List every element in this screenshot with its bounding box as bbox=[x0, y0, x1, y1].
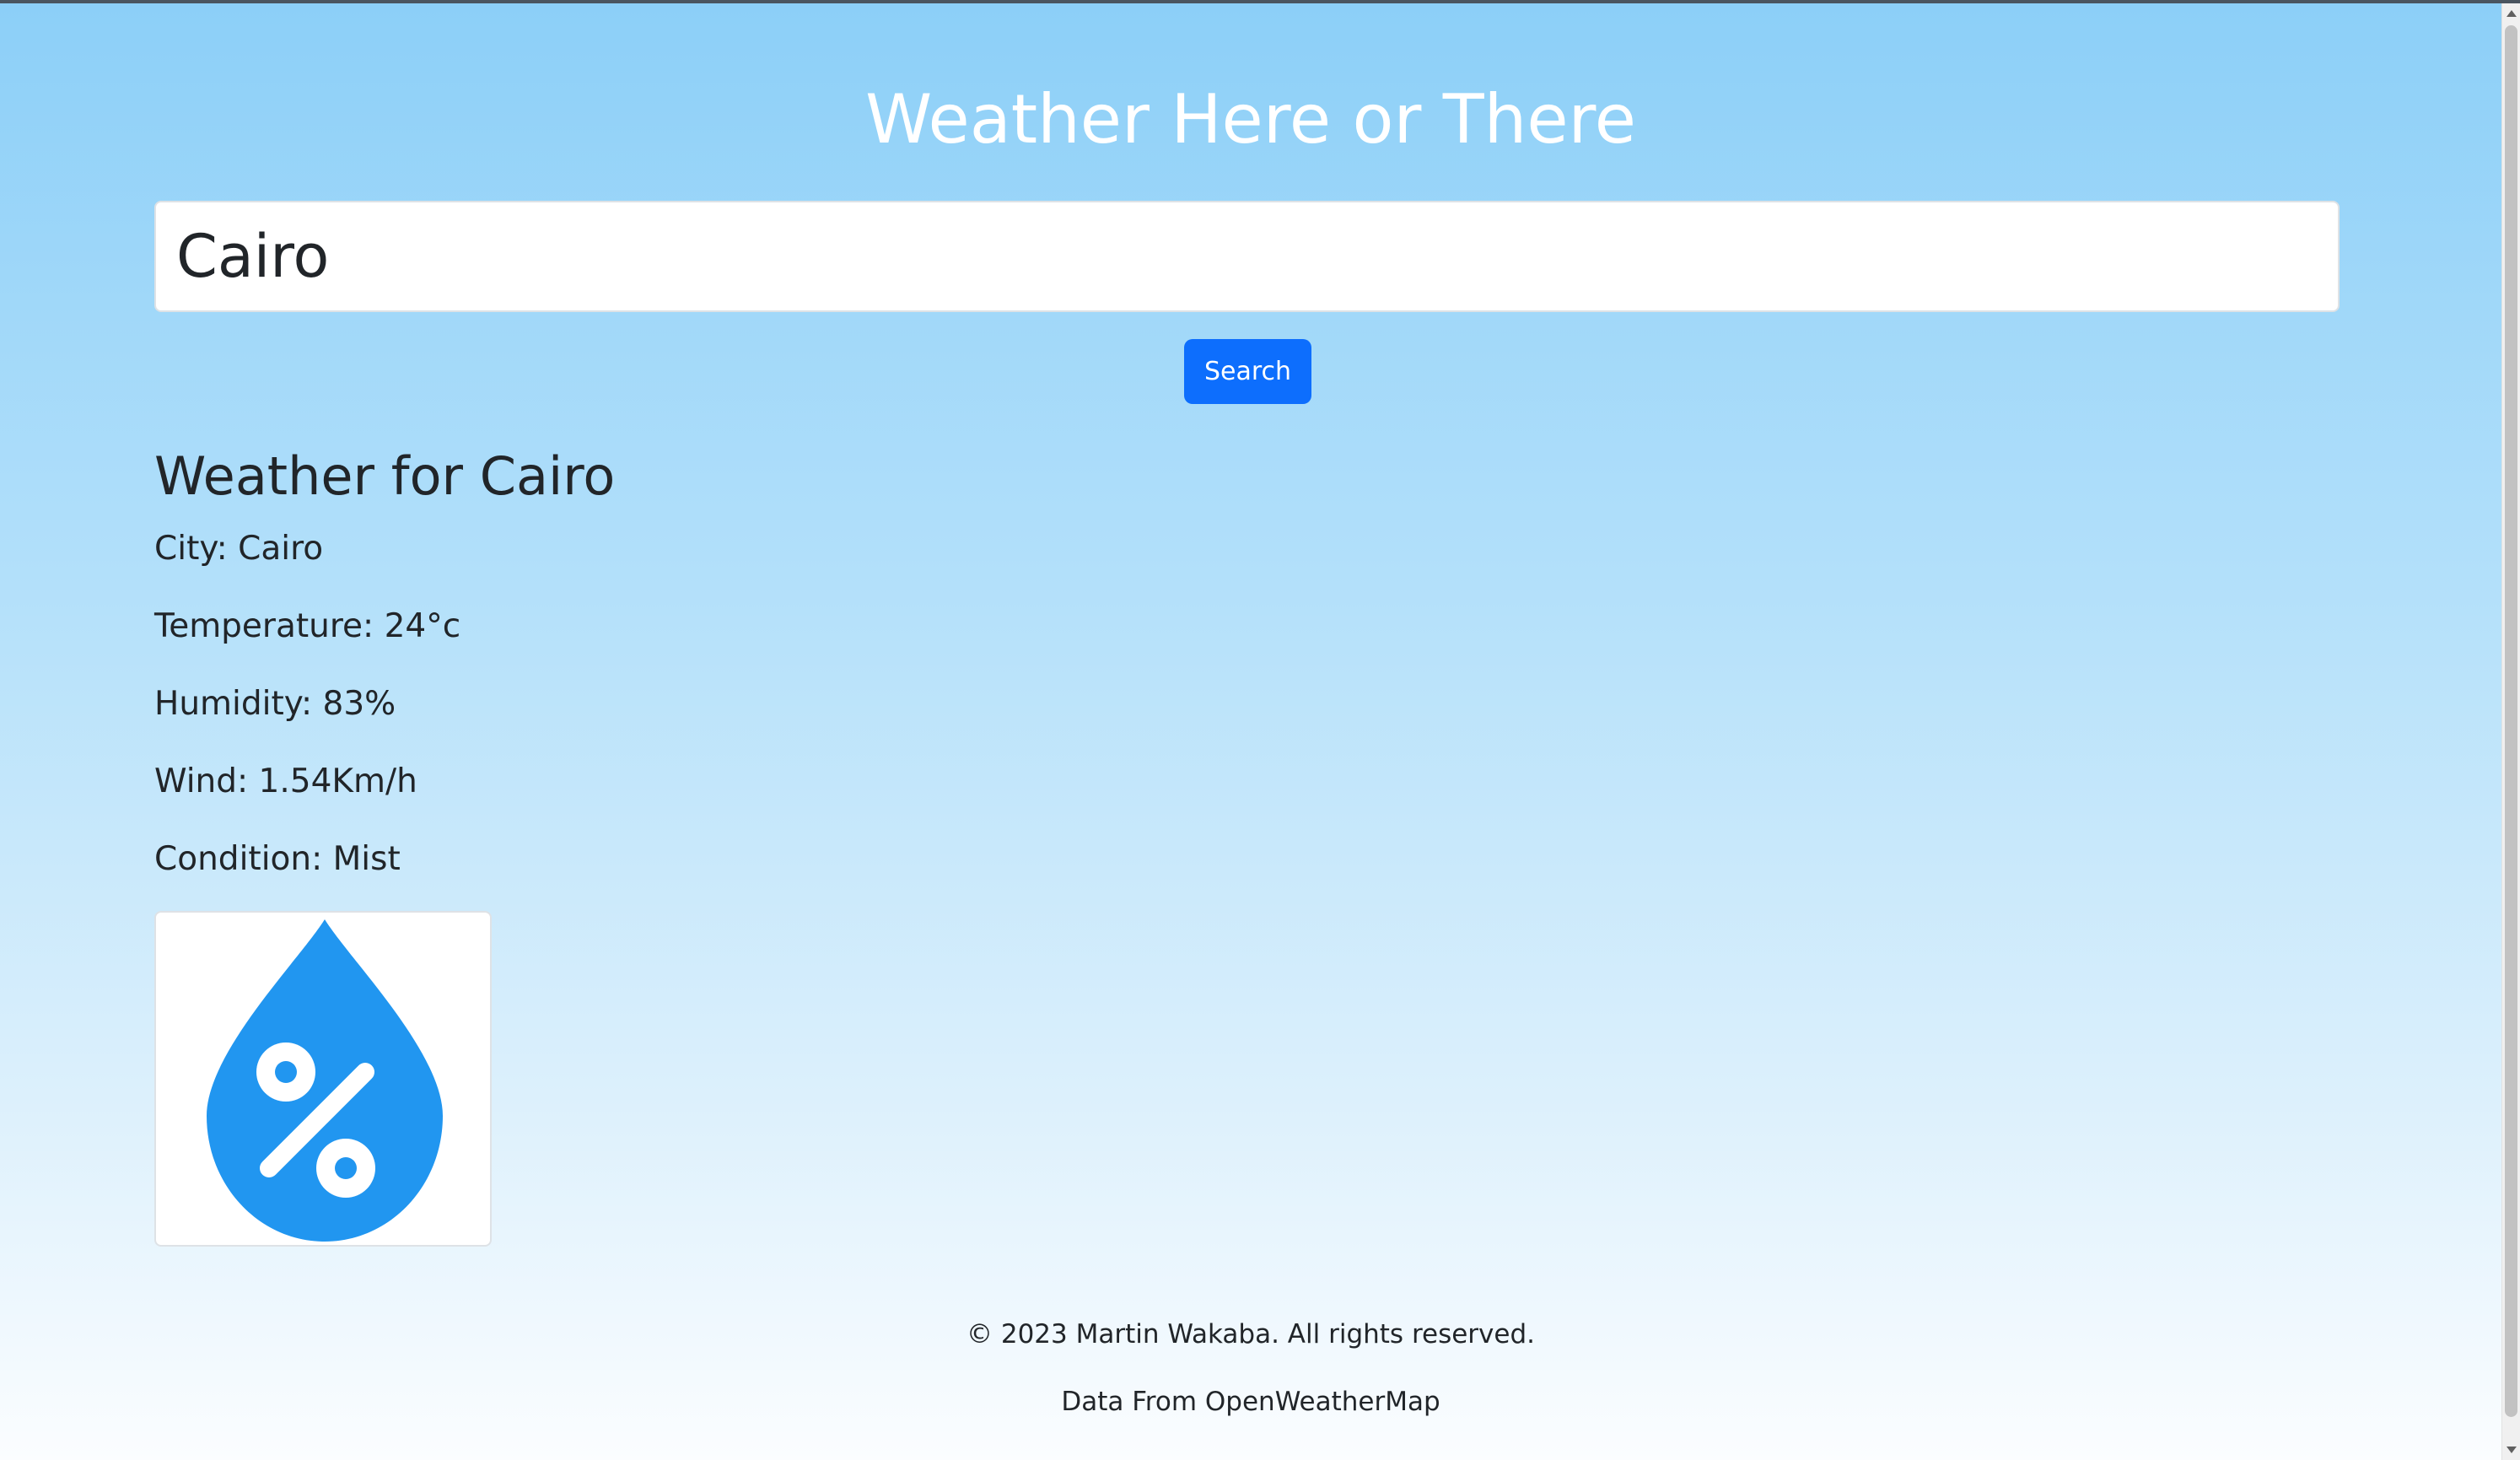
humidity-info: Humidity: 83% bbox=[154, 685, 396, 723]
condition-info: Condition: Mist bbox=[154, 840, 401, 878]
weather-heading: Weather for Cairo bbox=[154, 445, 616, 507]
weather-icon-card bbox=[154, 911, 492, 1247]
city-info: City: Cairo bbox=[154, 530, 324, 568]
scrollbar-thumb[interactable] bbox=[2505, 25, 2517, 1417]
scroll-down-arrow-icon[interactable] bbox=[2507, 1447, 2517, 1453]
footer-copyright: © 2023 Martin Wakaba. All rights reserve… bbox=[967, 1319, 1535, 1350]
vertical-scrollbar[interactable] bbox=[2501, 3, 2520, 1460]
city-search-input[interactable] bbox=[154, 201, 2340, 312]
humidity-drop-icon bbox=[207, 919, 443, 1242]
footer-data-source: Data From OpenWeatherMap bbox=[1061, 1387, 1440, 1417]
wind-info: Wind: 1.54Km/h bbox=[154, 762, 417, 800]
search-button[interactable]: Search bbox=[1184, 339, 1311, 404]
temperature-info: Temperature: 24°c bbox=[154, 607, 461, 645]
scroll-up-arrow-icon[interactable] bbox=[2507, 10, 2517, 17]
page-title: Weather Here or There bbox=[865, 80, 1636, 159]
